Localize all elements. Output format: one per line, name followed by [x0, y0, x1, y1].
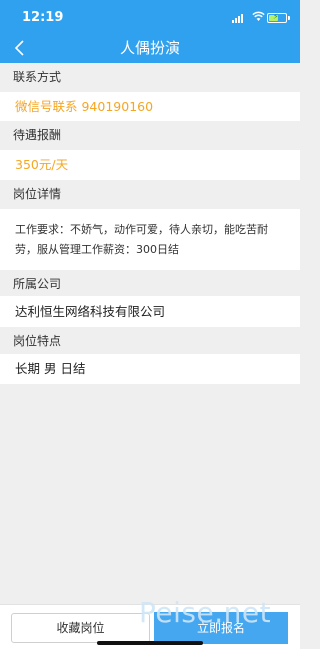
wifi-icon — [252, 11, 265, 21]
contact-label: 联系方式 — [0, 63, 300, 92]
pay-value: 350元/天 — [0, 150, 300, 180]
details-label: 岗位详情 — [0, 180, 300, 209]
features-value: 长期 男 日结 — [0, 354, 300, 384]
page-title: 人偶扮演 — [119, 39, 180, 57]
company-label: 所属公司 — [0, 270, 300, 299]
contact-value: 微信号联系 940190160 — [0, 92, 300, 121]
watermark-logo: Peise.net — [139, 596, 272, 629]
company-value: 达利恒生网络科技有限公司 — [0, 296, 300, 327]
features-label: 岗位特点 — [0, 327, 300, 356]
status-bar: 12:19 ⚡ — [0, 0, 300, 34]
battery-icon: ⚡ — [267, 12, 287, 23]
charging-bolt-icon: ⚡ — [273, 12, 279, 21]
status-time: 12:19 — [22, 10, 64, 25]
details-value: 工作要求：不娇气，动作可爱，待人亲切，能吃苦耐劳，服从管理工作薪资：300日结 — [0, 209, 300, 270]
header-bar: 12:19 ⚡ 人偶扮演 — [0, 0, 300, 63]
pay-label: 待遇报酬 — [0, 121, 300, 150]
home-indicator — [97, 641, 203, 645]
battery-tip — [288, 16, 290, 20]
favorite-job-button[interactable]: 收藏岗位 — [11, 613, 150, 643]
cellular-signal-icon — [232, 14, 243, 23]
